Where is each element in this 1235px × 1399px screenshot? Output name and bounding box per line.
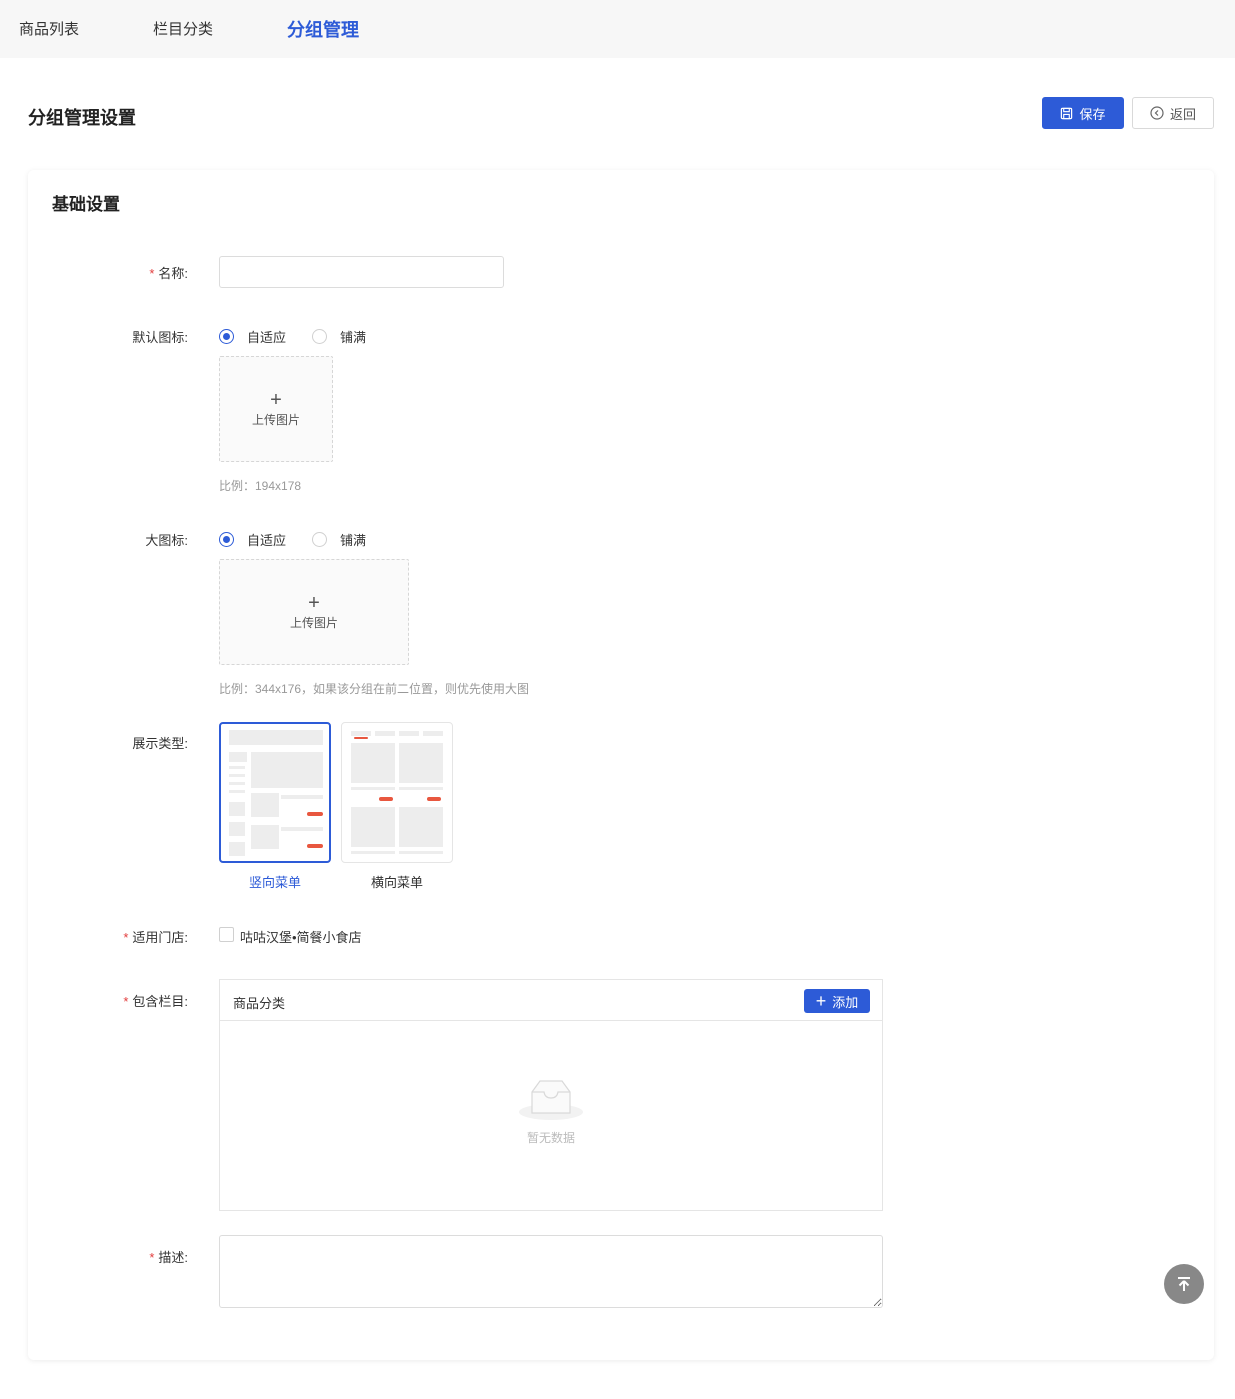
store-checkbox[interactable] <box>219 927 234 942</box>
upload-label: 上传图片 <box>289 615 338 630</box>
upload-label: 上传图片 <box>251 412 300 427</box>
thumb-block <box>229 782 245 785</box>
stores-label: * 适用门店: <box>28 927 188 946</box>
add-column-button[interactable]: + 添加 <box>804 989 870 1013</box>
save-icon <box>1061 107 1073 119</box>
save-button-label: 保存 <box>1079 106 1106 122</box>
required-mark: * <box>149 266 155 281</box>
radio-default-fill[interactable] <box>312 329 328 344</box>
columns-label: * 包含栏目: <box>28 991 188 1010</box>
empty-data-text: 暂无数据 <box>526 1131 575 1145</box>
plus-icon: + <box>308 591 320 614</box>
required-mark: * <box>123 994 129 1009</box>
name-label: * 名称: <box>28 263 188 282</box>
back-circle-icon <box>1150 106 1164 120</box>
radio-label-adaptive: 自适应 <box>247 330 287 345</box>
radio-large-fill[interactable] <box>312 532 328 547</box>
columns-label-text: 包含栏目: <box>132 994 188 1009</box>
large-icon-radio-group: 自适应 铺满 <box>219 530 392 549</box>
plus-icon: + <box>270 388 282 411</box>
tab-column-category[interactable]: 栏目分类 <box>153 18 213 39</box>
description-label: * 描述: <box>28 1247 188 1266</box>
thumb-block <box>229 842 245 856</box>
thumb-block <box>351 731 371 736</box>
description-textarea[interactable] <box>219 1235 883 1308</box>
basic-settings-card: 基础设置 * 名称: 默认图标: 自适应 铺满 + 上传图片 比例：194x178… <box>28 170 1214 1360</box>
radio-large-adaptive[interactable] <box>219 532 234 547</box>
display-type-vertical-label[interactable]: 竖向菜单 <box>219 872 331 891</box>
name-input[interactable] <box>219 256 504 288</box>
large-icon-label: 大图标: <box>145 533 188 548</box>
large-icon-hint: 比例：344x176，如果该分组在前二位置，则优先使用大图 <box>219 682 530 696</box>
name-label-text: 名称: <box>158 266 188 281</box>
thumb-block <box>251 752 323 788</box>
thumb-block <box>229 774 245 777</box>
display-type-label: 展示类型: <box>132 736 188 751</box>
default-icon-label: 默认图标: <box>132 330 188 345</box>
page-title: 分组管理设置 <box>28 108 136 128</box>
thumb-accent <box>379 797 393 801</box>
empty-inbox-icon <box>519 1080 583 1120</box>
default-icon-radio-group: 自适应 铺满 <box>219 327 392 346</box>
add-button-label: 添加 <box>832 994 859 1010</box>
default-icon-upload[interactable]: + 上传图片 <box>219 356 333 462</box>
thumb-accent <box>307 812 323 816</box>
thumb-accent <box>354 737 368 739</box>
back-button-label: 返回 <box>1169 106 1196 122</box>
radio-label-adaptive: 自适应 <box>247 533 287 548</box>
default-icon-hint: 比例：194x178 <box>219 479 302 493</box>
thumb-block <box>281 827 323 831</box>
thumb-block <box>351 743 395 783</box>
columns-table: 商品分类 + 添加 暂无数据 <box>219 979 883 1211</box>
thumb-block <box>229 730 323 745</box>
thumb-block <box>251 825 279 849</box>
section-title: 基础设置 <box>52 195 120 214</box>
thumb-block <box>251 793 279 817</box>
thumb-block <box>229 766 245 769</box>
thumb-block <box>229 790 245 793</box>
arrow-up-to-top-icon <box>1178 1277 1190 1291</box>
plus-icon: + <box>815 991 827 1011</box>
display-type-vertical-option[interactable] <box>219 722 331 863</box>
thumb-block <box>399 731 419 736</box>
thumb-accent <box>307 844 323 848</box>
thumb-block <box>281 795 323 799</box>
radio-label-fill: 铺满 <box>340 533 367 548</box>
thumb-block <box>399 787 443 790</box>
stores-label-text: 适用门店: <box>132 930 188 945</box>
large-icon-upload[interactable]: + 上传图片 <box>219 559 409 665</box>
thumb-block <box>229 802 245 816</box>
required-mark: * <box>123 930 129 945</box>
columns-header-title: 商品分类 <box>233 996 286 1011</box>
back-to-top-button[interactable] <box>1164 1264 1204 1304</box>
save-button[interactable]: 保存 <box>1042 97 1124 129</box>
columns-table-header: 商品分类 + 添加 <box>220 980 882 1021</box>
thumb-block <box>375 731 395 736</box>
thumb-block <box>351 851 395 854</box>
store-option-label: 咕咕汉堡•简餐小食店 <box>240 930 362 945</box>
tab-product-list[interactable]: 商品列表 <box>19 18 79 39</box>
thumb-block <box>423 731 443 736</box>
top-tab-bar: 商品列表 栏目分类 分组管理 <box>0 0 1235 58</box>
thumb-block <box>399 851 443 854</box>
thumb-block <box>229 752 247 762</box>
thumb-block <box>399 807 443 847</box>
thumb-accent <box>427 797 441 801</box>
radio-label-fill: 铺满 <box>340 330 367 345</box>
thumb-block <box>229 822 245 836</box>
thumb-block <box>351 807 395 847</box>
description-label-text: 描述: <box>158 1250 188 1265</box>
display-type-horizontal-option[interactable] <box>341 722 453 863</box>
thumb-block <box>351 787 395 790</box>
thumb-block <box>399 743 443 783</box>
display-type-horizontal-label[interactable]: 横向菜单 <box>341 872 453 891</box>
required-mark: * <box>149 1250 155 1265</box>
radio-default-adaptive[interactable] <box>219 329 234 344</box>
tab-group-management[interactable]: 分组管理 <box>287 16 359 42</box>
back-button[interactable]: 返回 <box>1132 97 1214 129</box>
